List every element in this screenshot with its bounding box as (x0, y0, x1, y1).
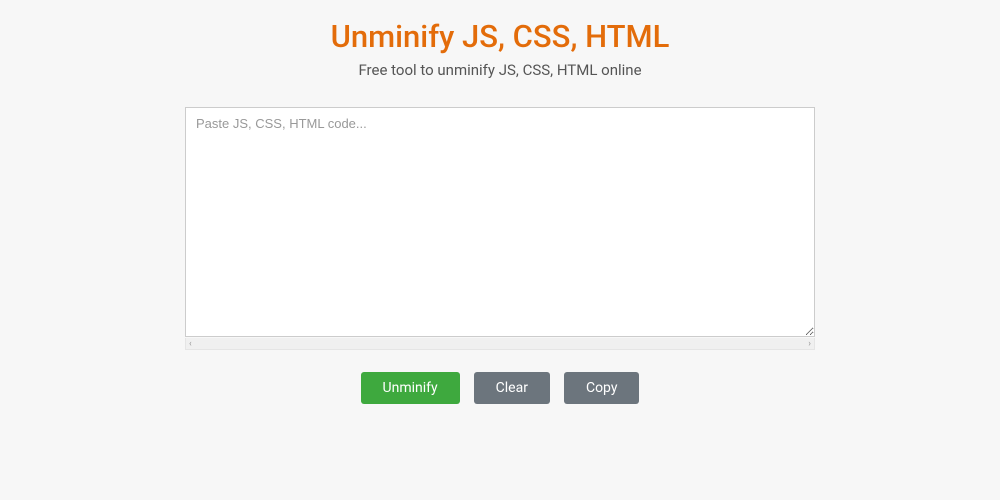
clear-button[interactable]: Clear (474, 372, 550, 404)
unminify-button[interactable]: Unminify (361, 372, 460, 404)
page-title: Unminify JS, CSS, HTML (170, 18, 830, 55)
scroll-left-icon: ‹ (189, 339, 192, 349)
editor-wrapper (185, 107, 815, 341)
page-subtitle: Free tool to unminify JS, CSS, HTML onli… (170, 61, 830, 79)
copy-button[interactable]: Copy (564, 372, 640, 404)
scrollbar-hint: ‹ › (185, 338, 815, 350)
scroll-right-icon: › (808, 339, 811, 349)
button-row: Unminify Clear Copy (170, 372, 830, 404)
main-container: Unminify JS, CSS, HTML Free tool to unmi… (170, 0, 830, 404)
code-input[interactable] (185, 107, 815, 337)
